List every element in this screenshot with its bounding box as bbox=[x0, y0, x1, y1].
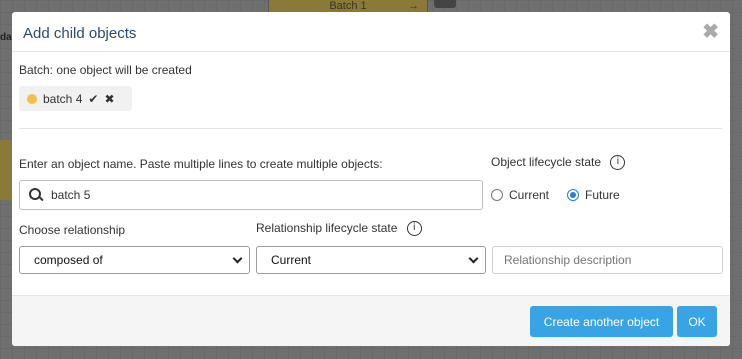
object-tag: batch 4 ✔ ✖ bbox=[19, 86, 132, 111]
chevron-down-icon bbox=[468, 253, 479, 263]
object-lifecycle-radio-group: Current Future bbox=[491, 188, 620, 202]
canvas-node-fragment bbox=[0, 140, 12, 200]
relationship-label: Choose relationship bbox=[19, 223, 126, 237]
canvas-tab-fragment: da bbox=[0, 32, 12, 43]
object-name-label: Enter an object name. Paste multiple lin… bbox=[19, 157, 383, 171]
relationship-selected-value: composed of bbox=[34, 253, 103, 267]
radio-future[interactable] bbox=[567, 189, 580, 201]
close-icon[interactable]: ✖ bbox=[702, 22, 719, 42]
relationship-lifecycle-label: Relationship lifecycle state i bbox=[256, 221, 422, 237]
ok-button[interactable]: OK bbox=[677, 306, 717, 337]
object-lifecycle-text: Object lifecycle state bbox=[491, 155, 602, 169]
object-lifecycle-label: Object lifecycle state i bbox=[491, 155, 626, 171]
relationship-lifecycle-selected-value: Current bbox=[271, 253, 312, 267]
status-dot-icon bbox=[27, 93, 37, 104]
radio-current[interactable] bbox=[491, 189, 503, 201]
canvas-node-label: Batch 1 bbox=[329, 0, 367, 12]
canvas-badge bbox=[434, 0, 456, 8]
search-icon bbox=[29, 188, 43, 202]
object-name-input[interactable]: batch 5 bbox=[19, 180, 483, 210]
relationship-select[interactable]: composed of bbox=[19, 246, 250, 274]
add-child-objects-dialog: Add child objects ✖ Batch: one object wi… bbox=[12, 12, 730, 346]
relationship-lifecycle-text: Relationship lifecycle state bbox=[256, 221, 398, 235]
dialog-footer: Create another object OK bbox=[12, 295, 730, 346]
checkmark-icon[interactable]: ✔ bbox=[88, 92, 98, 106]
relationship-lifecycle-select[interactable]: Current bbox=[256, 246, 486, 274]
radio-future-label: Future bbox=[585, 188, 620, 202]
divider bbox=[19, 128, 722, 129]
dialog-header: Add child objects ✖ bbox=[12, 12, 730, 52]
radio-current-label: Current bbox=[509, 188, 550, 202]
create-another-object-button[interactable]: Create another object bbox=[530, 306, 673, 337]
info-icon[interactable]: i bbox=[406, 221, 422, 237]
chevron-down-icon bbox=[232, 253, 243, 263]
object-name-value: batch 5 bbox=[51, 188, 91, 202]
dialog-title: Add child objects bbox=[23, 25, 137, 42]
object-tag-label: batch 4 bbox=[43, 91, 83, 106]
info-icon[interactable]: i bbox=[610, 155, 626, 171]
batch-info-text: Batch: one object will be created bbox=[19, 63, 192, 77]
relationship-description-input[interactable] bbox=[492, 246, 723, 274]
remove-icon[interactable]: ✖ bbox=[104, 92, 114, 106]
